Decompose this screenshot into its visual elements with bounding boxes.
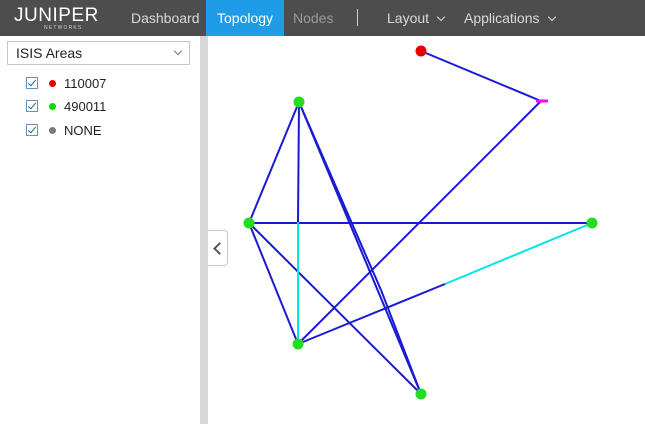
- logo-wordmark: JUNIPER: [14, 5, 99, 26]
- legend-checkbox[interactable]: [26, 77, 38, 89]
- topology-node[interactable]: [586, 217, 598, 229]
- legend-checkbox[interactable]: [26, 100, 38, 112]
- legend-label: NONE: [64, 123, 102, 138]
- area-color-dot: [49, 127, 56, 134]
- topology-link[interactable]: [420, 50, 542, 102]
- legend-checkbox[interactable]: [26, 124, 38, 136]
- nav-topology[interactable]: Topology: [206, 0, 285, 36]
- chevron-down-icon: [547, 12, 556, 22]
- area-type-select[interactable]: ISIS Areas: [7, 41, 190, 65]
- area-type-select-value: ISIS Areas: [16, 45, 83, 61]
- nav-separator: [357, 9, 358, 26]
- nav-dashboard[interactable]: Dashboard: [131, 0, 200, 36]
- topology-node[interactable]: [293, 96, 305, 108]
- topology-link[interactable]: [298, 101, 382, 291]
- nav-nodes[interactable]: Nodes: [293, 0, 333, 36]
- area-color-dot: [49, 103, 56, 110]
- topology-link-highlight[interactable]: [444, 222, 593, 285]
- nav-layout-label: Layout: [387, 10, 430, 26]
- topology-link[interactable]: [297, 101, 300, 223]
- topology-link[interactable]: [248, 101, 300, 224]
- sidebar: [0, 36, 200, 424]
- nav-layout-menu[interactable]: Layout: [387, 0, 446, 36]
- juniper-logo[interactable]: JUNIPER NETWORKS: [14, 6, 98, 32]
- area-color-dot: [49, 80, 56, 87]
- logo-subtitle: NETWORKS: [44, 25, 83, 31]
- sidebar-resize-handle[interactable]: [200, 36, 208, 424]
- topology-node[interactable]: [415, 45, 427, 57]
- topology-link[interactable]: [248, 222, 422, 395]
- legend-label: 490011: [64, 99, 107, 114]
- topology-node[interactable]: [292, 338, 304, 350]
- nav-applications-label: Applications: [464, 10, 540, 26]
- chevron-down-icon: [173, 46, 183, 56]
- topology-node[interactable]: [243, 217, 255, 229]
- topology-link[interactable]: [380, 289, 422, 395]
- topology-node[interactable]: [415, 388, 427, 400]
- nav-applications-menu[interactable]: Applications: [464, 0, 556, 36]
- top-navigation-bar: JUNIPER NETWORKS Dashboard Topology Node…: [0, 0, 645, 36]
- topology-link[interactable]: [248, 222, 299, 345]
- legend-label: 110007: [64, 76, 107, 91]
- chevron-down-icon: [436, 12, 446, 22]
- topology-canvas[interactable]: [208, 36, 645, 424]
